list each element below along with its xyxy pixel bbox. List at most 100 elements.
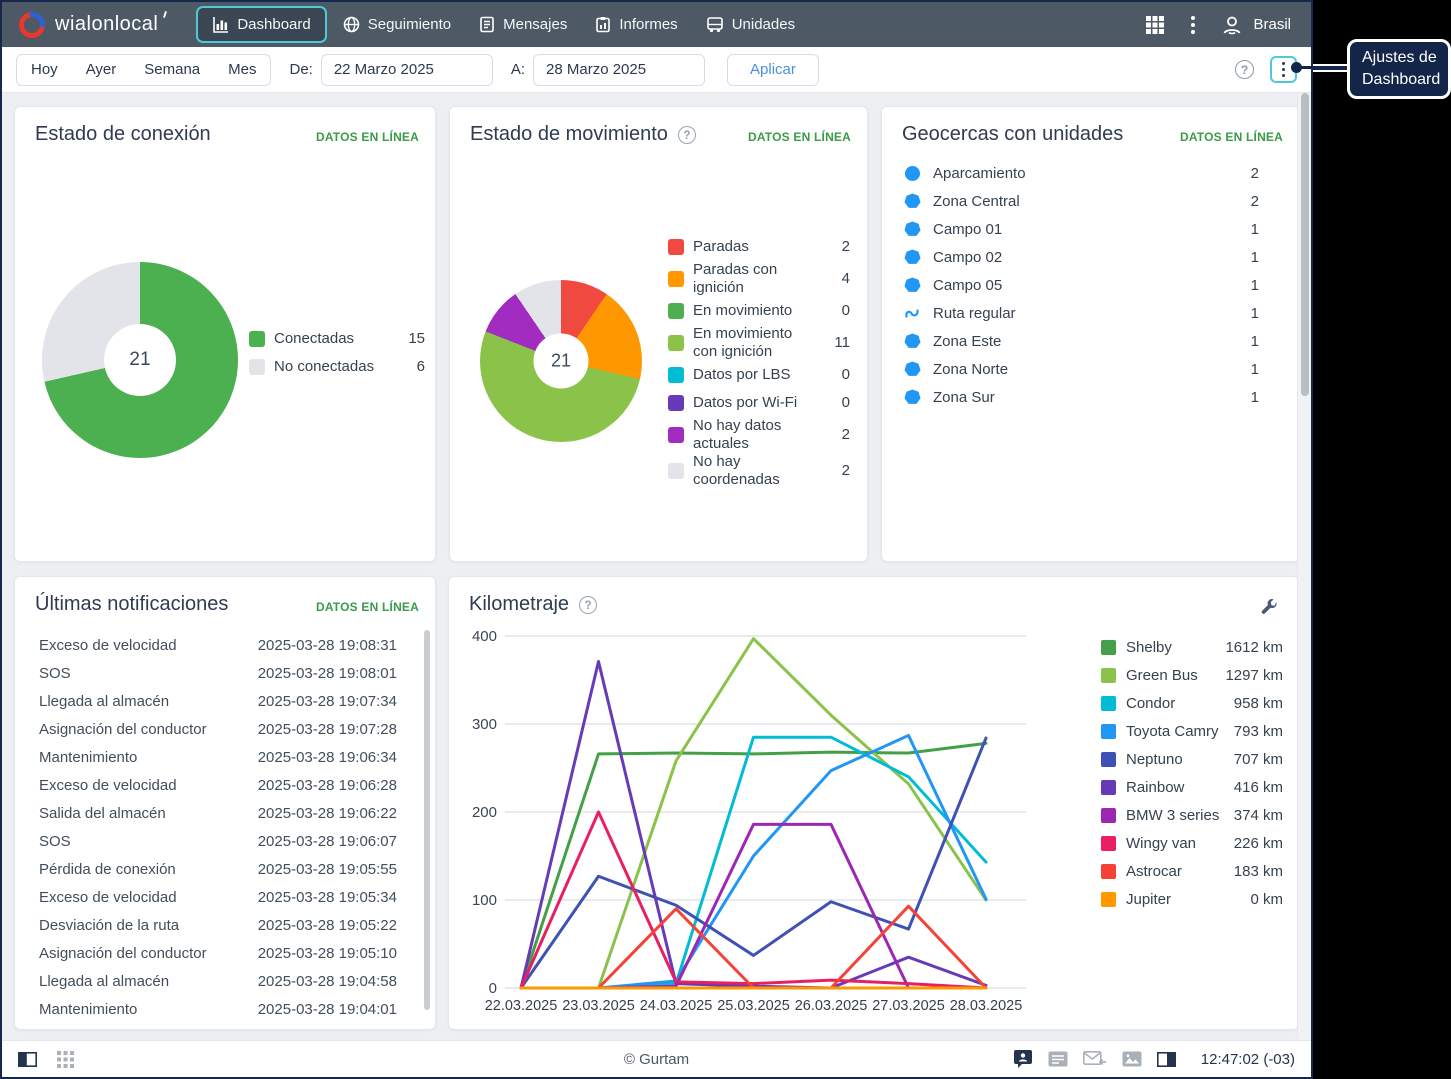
to-date-input[interactable] — [533, 53, 706, 86]
tab-seguimiento[interactable]: Seguimiento — [331, 2, 463, 47]
legend-label: No conectadas — [274, 358, 375, 375]
connection-donut-chart: 21 — [42, 262, 238, 458]
mileage-legend-row[interactable]: Condor 958 km — [1101, 689, 1283, 717]
geofence-row[interactable]: Ruta regular 1 — [904, 299, 1259, 327]
notification-row[interactable]: SOS 2025-03-28 19:06:07 — [39, 827, 397, 855]
series-name: Green Bus — [1126, 666, 1198, 684]
mileage-legend-row[interactable]: Jupiter 0 km — [1101, 885, 1283, 913]
mileage-legend-row[interactable]: BMW 3 series 374 km — [1101, 801, 1283, 829]
mileage-legend-row[interactable]: Wingy van 226 km — [1101, 829, 1283, 857]
legend-row: Paradas 2 — [668, 233, 850, 261]
user-name: Brasil — [1253, 16, 1291, 33]
mileage-legend-row[interactable]: Green Bus 1297 km — [1101, 661, 1283, 689]
legend-value: 0 — [841, 394, 850, 411]
polygon-geofence-icon — [904, 277, 921, 292]
mileage-legend-row[interactable]: Toyota Camry 793 km — [1101, 717, 1283, 745]
geofence-icon — [904, 277, 921, 294]
from-label: De: — [289, 61, 313, 78]
kebab-icon — [1281, 61, 1286, 78]
legend-swatch — [668, 463, 684, 479]
main-tabs: Dashboard Seguimiento Mensajes Informes … — [196, 2, 807, 47]
card-title: Últimas notificaciones — [35, 593, 229, 615]
tab-mensajes[interactable]: Mensajes — [467, 2, 579, 47]
from-date-input[interactable] — [320, 53, 493, 86]
tab-dashboard[interactable]: Dashboard — [196, 6, 327, 43]
mileage-legend-row[interactable]: Neptuno 707 km — [1101, 745, 1283, 773]
legend-label: No hay coordenadas — [693, 453, 780, 488]
notification-row[interactable]: SOS 2025-03-28 19:08:01 — [39, 659, 397, 687]
apps-grid-icon[interactable] — [1145, 15, 1165, 35]
notification-time: 2025-03-28 19:05:34 — [257, 888, 397, 906]
notification-row[interactable]: Mantenimiento 2025-03-28 19:04:01 — [39, 995, 397, 1023]
tab-informes[interactable]: Informes — [583, 2, 689, 47]
tab-unidades[interactable]: Unidades — [694, 2, 807, 47]
geofence-row[interactable]: Aparcamiento 2 — [904, 159, 1259, 187]
notification-row[interactable]: Mantenimiento 2025-03-28 19:06:34 — [39, 743, 397, 771]
legend-value: 2 — [841, 426, 850, 443]
callout-connector-line — [1313, 63, 1347, 72]
mileage-legend-row[interactable]: Rainbow 416 km — [1101, 773, 1283, 801]
help-icon[interactable]: ? — [579, 595, 598, 614]
notification-row[interactable]: Asignación del conductor 2025-03-28 19:0… — [39, 939, 397, 967]
navbar-right: Brasil — [1145, 14, 1291, 36]
geofence-label: Aparcamiento — [933, 164, 1026, 182]
user-icon — [1224, 16, 1241, 34]
geofence-row[interactable]: Zona Norte 1 — [904, 355, 1259, 383]
notification-time: 2025-03-28 19:05:10 — [257, 944, 397, 962]
date-preset-button[interactable]: Ayer — [72, 55, 131, 85]
legend-row: En movimiento 0 — [668, 297, 850, 325]
notification-row[interactable]: Desviación de la ruta 2025-03-28 19:05:2… — [39, 911, 397, 939]
legend-label: Datos por Wi-Fi — [693, 394, 798, 411]
date-preset-button[interactable]: Hoy — [17, 55, 72, 85]
date-preset-button[interactable]: Semana — [130, 55, 214, 85]
polygon-geofence-icon — [904, 249, 921, 264]
notification-row[interactable]: Exceso de velocidad 2025-03-28 19:06:28 — [39, 771, 397, 799]
notification-row[interactable]: Exceso de velocidad 2025-03-28 19:08:31 — [39, 631, 397, 659]
geofence-row[interactable]: Zona Sur 1 — [904, 383, 1259, 411]
notification-row[interactable]: Salida del almacén 2025-03-28 19:06:22 — [39, 799, 397, 827]
tab-label: Dashboard — [237, 16, 311, 33]
notifications-scrollbar[interactable] — [424, 630, 430, 1010]
help-icon[interactable]: ? — [677, 125, 696, 144]
donut-total: 21 — [104, 324, 176, 396]
polygon-geofence-icon — [904, 193, 921, 208]
notification-row[interactable]: Exceso de velocidad 2025-03-28 19:05:34 — [39, 883, 397, 911]
series-name: Jupiter — [1126, 890, 1172, 908]
svg-text:24.03.2025: 24.03.2025 — [640, 998, 713, 1014]
geofence-row[interactable]: Campo 01 1 — [904, 215, 1259, 243]
geofence-count: 1 — [1250, 388, 1259, 406]
legend-label: En movimiento con ignición — [693, 325, 793, 360]
series-total: 183 km — [1233, 862, 1283, 880]
mileage-legend-row[interactable]: Shelby 1612 km — [1101, 633, 1283, 661]
geofence-row[interactable]: Campo 05 1 — [904, 271, 1259, 299]
date-presets: Hoy Ayer Semana Mes — [16, 53, 272, 86]
geofence-row[interactable]: Campo 02 1 — [904, 243, 1259, 271]
legend-swatch — [668, 335, 684, 351]
chart-settings-wrench-icon[interactable] — [1261, 599, 1278, 616]
connection-legend: Conectadas 15 No conectadas 6 — [249, 325, 425, 381]
tab-label: Unidades — [731, 16, 796, 33]
card-connection-state: Estado de conexión DATOS EN LÍNEA 21 Con… — [14, 106, 436, 562]
geofence-label: Campo 05 — [933, 276, 1003, 294]
card-title: Geocercas con unidades — [902, 123, 1124, 145]
notification-row[interactable]: Pérdida de conexión 2025-03-28 19:05:55 — [39, 855, 397, 883]
help-icon[interactable]: ? — [1235, 60, 1254, 79]
scrollbar-thumb[interactable] — [1301, 93, 1309, 396]
geofence-row[interactable]: Zona Central 2 — [904, 187, 1259, 215]
svg-text:200: 200 — [472, 804, 497, 821]
date-preset-button[interactable]: Mes — [214, 55, 270, 85]
mileage-legend-row[interactable]: Astrocar 183 km — [1101, 857, 1283, 885]
user-menu[interactable]: Brasil — [1221, 14, 1291, 36]
card-title: Estado de movimiento — [470, 123, 668, 145]
page-scrollbar[interactable] — [1297, 93, 1311, 1040]
notification-row[interactable]: Llegada al almacén 2025-03-28 19:04:58 — [39, 967, 397, 995]
legend-value: 0 — [841, 302, 850, 319]
legend-label: Datos por LBS — [693, 366, 791, 383]
notification-row[interactable]: Asignación del conductor 2025-03-28 19:0… — [39, 715, 397, 743]
series-swatch — [1101, 779, 1116, 795]
top-navbar: wialonlocal Dashboard Seguimiento Mensaj… — [2, 2, 1311, 47]
notification-row[interactable]: Llegada al almacén 2025-03-28 19:07:34 — [39, 687, 397, 715]
apply-button[interactable]: Aplicar — [727, 53, 819, 86]
more-menu-icon[interactable] — [1191, 15, 1196, 34]
geofence-row[interactable]: Zona Este 1 — [904, 327, 1259, 355]
